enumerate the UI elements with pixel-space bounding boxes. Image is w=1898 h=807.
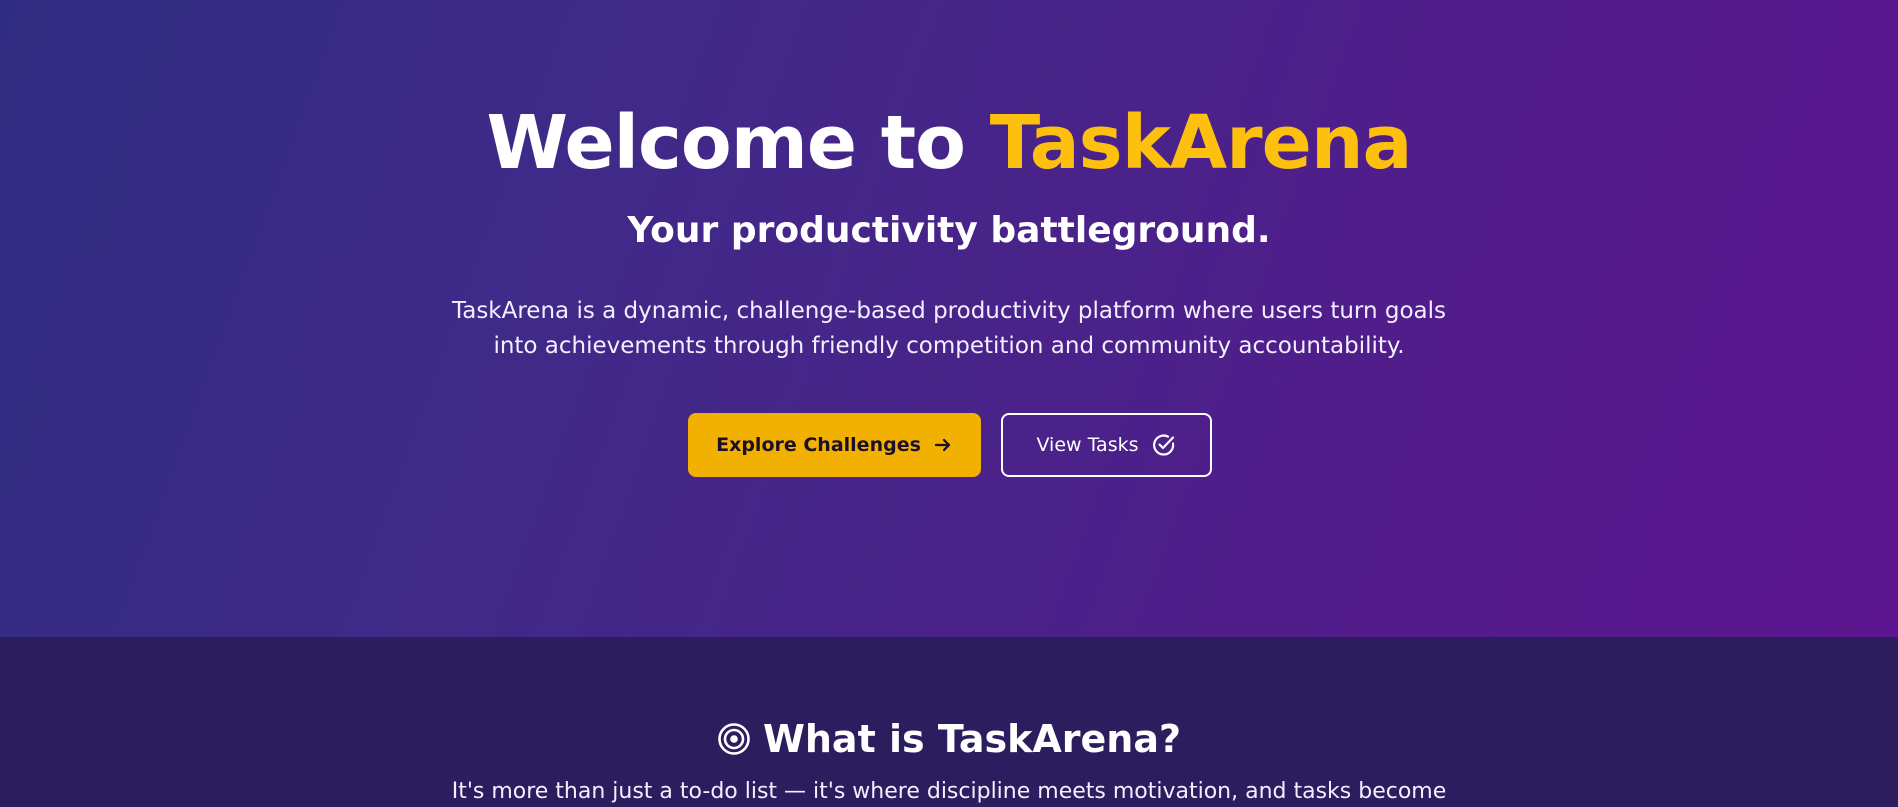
explore-challenges-label: Explore Challenges bbox=[716, 434, 921, 456]
hero-title: Welcome to TaskArena bbox=[0, 98, 1898, 188]
arrow-right-icon bbox=[933, 435, 953, 455]
hero-description: TaskArena is a dynamic, challenge-based … bbox=[451, 298, 1447, 359]
hero-section: Welcome to TaskArena Your productivity b… bbox=[0, 0, 1898, 637]
about-title: What is TaskArena? bbox=[0, 717, 1898, 761]
hero-title-prefix: Welcome to bbox=[486, 100, 990, 186]
hero-subtitle: Your productivity battleground. bbox=[627, 210, 1271, 251]
check-circle-icon bbox=[1151, 432, 1177, 458]
explore-challenges-button[interactable]: Explore Challenges bbox=[688, 413, 981, 477]
about-description: It's more than just a to-do list — it's … bbox=[451, 779, 1447, 804]
hero-title-brand: TaskArena bbox=[989, 100, 1413, 186]
view-tasks-button[interactable]: View Tasks bbox=[1001, 413, 1212, 477]
target-icon bbox=[717, 722, 751, 756]
view-tasks-label: View Tasks bbox=[1036, 434, 1139, 456]
about-title-text: What is TaskArena? bbox=[762, 717, 1182, 761]
about-section: What is TaskArena? It's more than just a… bbox=[0, 637, 1898, 804]
